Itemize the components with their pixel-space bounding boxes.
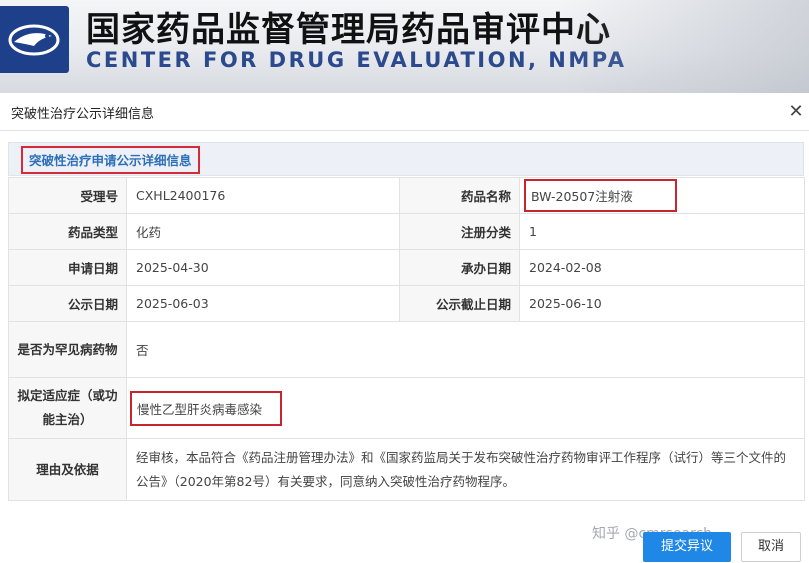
table-row: 拟定适应症（或功能主治） 慢性乙型肝炎病毒感染 [8, 377, 805, 439]
publish-end-label: 公示截止日期 [399, 285, 520, 322]
banner-title-cn: 国家药品监督管理局药品审评中心 [86, 10, 611, 50]
publish-date-value: 2025-06-03 [126, 285, 400, 322]
acceptance-no-value: CXHL2400176 [126, 177, 400, 214]
publish-end-value: 2025-06-10 [519, 285, 805, 322]
drug-name-label: 药品名称 [399, 177, 520, 214]
cancel-button[interactable]: 取消 [741, 532, 801, 562]
close-icon[interactable]: ✕ [788, 103, 804, 121]
reg-class-label: 注册分类 [399, 213, 520, 250]
table-row: 申请日期 2025-04-30 承办日期 2024-02-08 [8, 249, 805, 286]
reason-value: 经审核，本品符合《药品注册管理办法》和《国家药监局关于发布突破性治疗药物审评工作… [126, 438, 805, 501]
modal-title: 突破性治疗公示详细信息 [11, 107, 155, 122]
modal-header: 突破性治疗公示详细信息 ✕ [0, 93, 809, 131]
table-row: 受理号 CXHL2400176 药品名称 BW-20507注射液 [8, 177, 805, 214]
rare-disease-label: 是否为罕见病药物 [8, 321, 127, 378]
submit-objection-button[interactable]: 提交异议 [643, 532, 731, 562]
detail-modal: 突破性治疗公示详细信息 ✕ 突破性治疗申请公示详细信息 受理号 CXHL2400… [0, 93, 809, 563]
publish-date-label: 公示日期 [8, 285, 127, 322]
indication-value: 慢性乙型肝炎病毒感染 [130, 390, 283, 426]
nmpa-logo [0, 6, 69, 73]
detail-table: 受理号 CXHL2400176 药品名称 BW-20507注射液 药品类型 化药… [8, 177, 805, 501]
handle-date-value: 2024-02-08 [519, 249, 805, 286]
site-banner: 国家药品监督管理局药品审评中心 CENTER FOR DRUG EVALUATI… [0, 0, 809, 93]
handle-date-label: 承办日期 [399, 249, 520, 286]
table-row: 公示日期 2025-06-03 公示截止日期 2025-06-10 [8, 285, 805, 322]
nmpa-logo-icon [8, 24, 60, 56]
reason-label: 理由及依据 [8, 438, 127, 501]
drug-type-label: 药品类型 [8, 213, 127, 250]
rare-disease-value: 否 [126, 321, 805, 378]
drug-type-value: 化药 [126, 213, 400, 250]
indication-cell: 慢性乙型肝炎病毒感染 [126, 377, 805, 439]
indication-label: 拟定适应症（或功能主治） [8, 377, 127, 439]
table-row: 理由及依据 经审核，本品符合《药品注册管理办法》和《国家药监局关于发布突破性治疗… [8, 438, 805, 501]
table-row: 药品类型 化药 注册分类 1 [8, 213, 805, 250]
apply-date-value: 2025-04-30 [126, 249, 400, 286]
table-row: 是否为罕见病药物 否 [8, 321, 805, 378]
apply-date-label: 申请日期 [8, 249, 127, 286]
section-header: 突破性治疗申请公示详细信息 [8, 142, 804, 176]
banner-title-en: CENTER FOR DRUG EVALUATION, NMPA [86, 48, 627, 72]
acceptance-no-label: 受理号 [8, 177, 127, 214]
reg-class-value: 1 [519, 213, 805, 250]
drug-name-value: BW-20507注射液 [524, 179, 677, 212]
drug-name-cell: BW-20507注射液 [519, 177, 805, 214]
section-title: 突破性治疗申请公示详细信息 [21, 146, 200, 174]
